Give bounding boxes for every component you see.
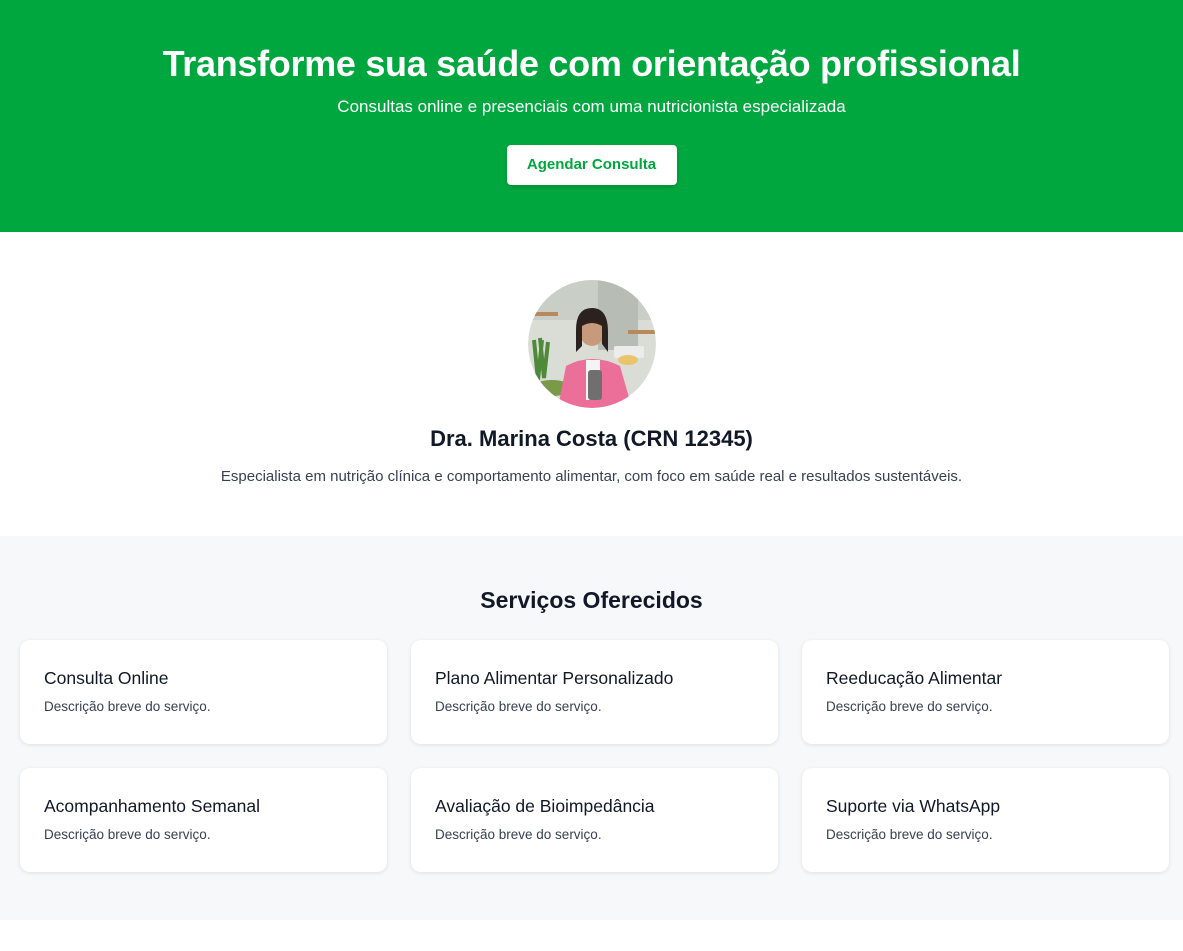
service-title: Plano Alimentar Personalizado	[435, 668, 674, 688]
hero-title: Transforme sua saúde com orientação prof…	[162, 43, 1021, 84]
service-description: Descrição breve do serviço.	[435, 827, 602, 842]
service-title: Avaliação de Bioimpedância	[435, 796, 655, 816]
nutritionist-bio: Especialista em nutrição clínica e compo…	[220, 468, 963, 485]
profile-photo	[527, 280, 656, 408]
service-title: Suporte via WhatsApp	[826, 796, 1001, 816]
service-description: Descrição breve do serviço.	[435, 699, 602, 714]
service-description: Descrição breve do serviço.	[826, 827, 993, 842]
services-heading: Serviços Oferecidos	[480, 587, 703, 613]
hero-section: Transforme sua saúde com orientação prof…	[0, 0, 1183, 232]
service-description: Descrição breve do serviço.	[44, 699, 211, 714]
service-card-bioimpedance[interactable]: Avaliação de Bioimpedância Descrição bre…	[411, 768, 778, 872]
hero-subtitle: Consultas online e presenciais com uma n…	[337, 97, 846, 116]
service-description: Descrição breve do serviço.	[826, 699, 993, 714]
service-title: Acompanhamento Semanal	[44, 796, 260, 816]
services-section: Serviços Oferecidos Consulta Online Desc…	[0, 536, 1183, 920]
service-card-meal-plan[interactable]: Plano Alimentar Personalizado Descrição …	[411, 640, 778, 744]
services-grid: Consulta Online Descrição breve do servi…	[20, 640, 1183, 872]
service-card-online[interactable]: Consulta Online Descrição breve do servi…	[20, 640, 387, 744]
service-description: Descrição breve do serviço.	[44, 827, 211, 842]
profile-section: Dra. Marina Costa (CRN 12345) Especialis…	[0, 232, 1183, 536]
service-card-reeducation[interactable]: Reeducação Alimentar Descrição breve do …	[802, 640, 1169, 744]
service-title: Consulta Online	[44, 668, 169, 688]
service-card-weekly-followup[interactable]: Acompanhamento Semanal Descrição breve d…	[20, 768, 387, 872]
service-title: Reeducação Alimentar	[826, 668, 1003, 688]
schedule-consultation-button[interactable]: Agendar Consulta	[506, 145, 677, 185]
service-card-whatsapp-support[interactable]: Suporte via WhatsApp Descrição breve do …	[802, 768, 1169, 872]
nutritionist-name: Dra. Marina Costa (CRN 12345)	[430, 426, 753, 451]
